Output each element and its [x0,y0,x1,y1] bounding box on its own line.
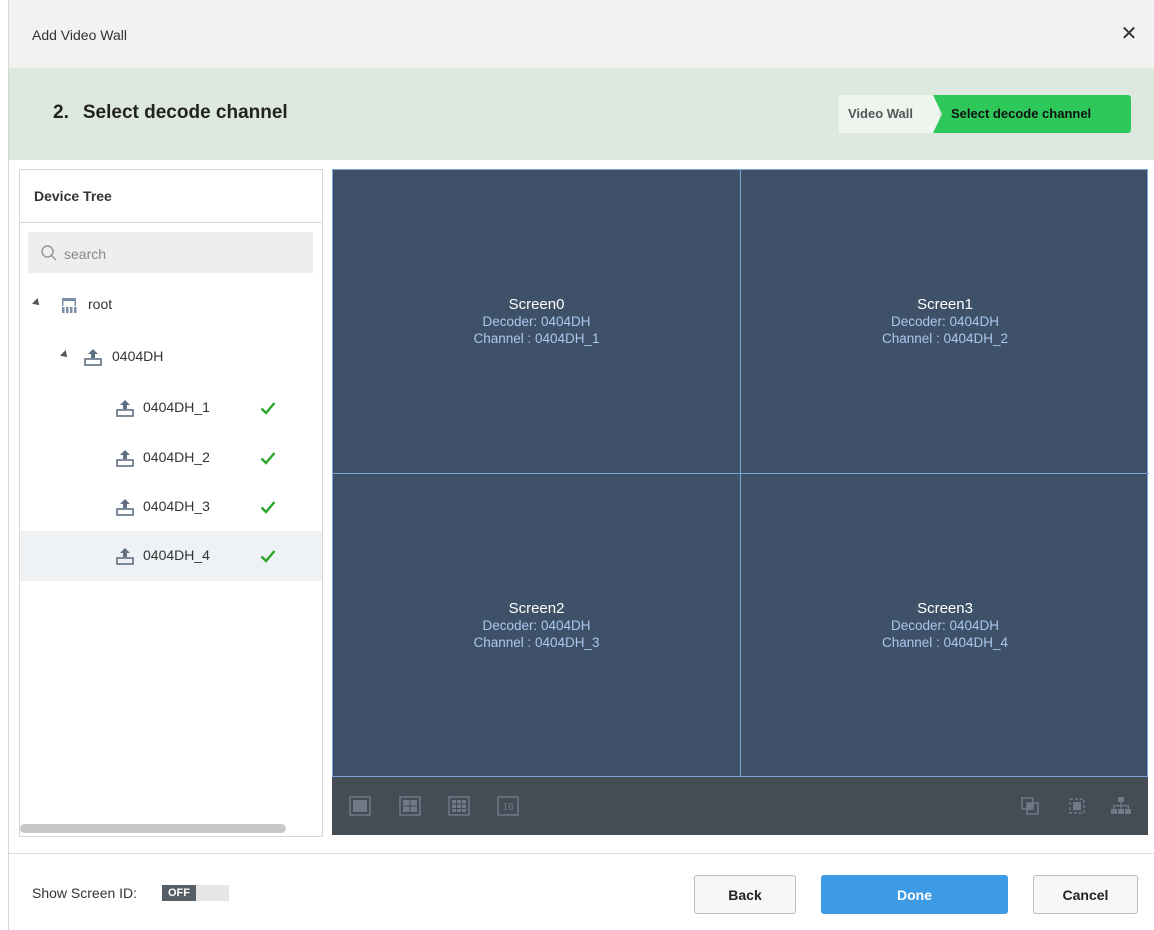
screen-channel: Channel : 0404DH_2 [881,331,1009,346]
tree-node-root[interactable]: root [20,280,322,330]
horizontal-scrollbar[interactable] [20,824,286,833]
screen-info: Screen3 Decoder: 0404DH Channel : 0404DH… [741,600,1149,651]
screen-name: Screen1 [917,296,973,313]
layout-9-icon[interactable] [448,795,470,817]
tree-layout-icon[interactable] [1110,795,1132,817]
check-icon [260,402,276,415]
screen-channel: Channel : 0404DH_3 [473,635,600,650]
merge-screen-icon[interactable] [1019,795,1041,817]
tree-node-label: 0404DH_4 [143,547,210,563]
screen-decoder: Decoder: 0404DH [890,314,1000,329]
check-icon [260,501,276,514]
screen-decoder: Decoder: 0404DH [482,314,591,329]
screen-channel: Channel : 0404DH_4 [881,635,1009,650]
search-input[interactable] [62,232,306,275]
close-icon[interactable]: ✕ [1117,20,1141,48]
cancel-button[interactable]: Cancel [1033,875,1138,914]
tree-node-label: 0404DH_2 [143,449,210,465]
layout-4-icon[interactable] [399,795,421,817]
dialog-titlebar: Add Video Wall ✕ [9,0,1154,68]
organization-icon [62,298,77,313]
tree-node-device[interactable]: 0404DH [20,332,322,382]
screen-2[interactable]: Screen2 Decoder: 0404DH Channel : 0404DH… [333,474,741,778]
breadcrumb-select-decode-channel: Select decode channel [933,95,1131,133]
screen-info: Screen2 Decoder: 0404DH Channel : 0404DH… [333,600,740,651]
search-box [28,232,313,275]
tree-node-channel-3[interactable]: 0404DH_3 [20,482,322,532]
step-title: 2. Select decode channel [53,102,288,124]
footer-divider [9,853,1154,854]
dialog-title: Add Video Wall [32,27,127,43]
layout-1-icon[interactable] [349,795,371,817]
decoder-channel-icon [116,548,134,565]
split-screen-icon[interactable] [1066,795,1088,817]
search-icon [41,245,57,261]
back-button[interactable]: Back [694,875,796,914]
device-tree-panel: Device Tree root [19,169,323,837]
screen-decoder: Decoder: 0404DH [482,618,591,633]
step-header: 2. Select decode channel Video Wall Selec… [9,68,1154,160]
tree-node-channel-2[interactable]: 0404DH_2 [20,433,322,483]
decoder-channel-icon [116,499,134,516]
decoder-channel-icon [116,400,134,417]
check-icon [260,452,276,465]
decoder-icon [84,349,102,366]
layout-16-icon[interactable]: 16 [497,795,519,817]
breadcrumb-video-wall: Video Wall [839,95,939,133]
decoder-channel-icon [116,450,134,467]
tree-node-label: 0404DH_1 [143,399,210,415]
screen-name: Screen0 [508,296,565,313]
collapse-arrow-icon[interactable] [32,298,42,308]
add-video-wall-dialog: Add Video Wall ✕ 2. Select decode channel… [8,0,1154,930]
video-wall-area: Screen0 Decoder: 0404DH Channel : 0404DH… [332,169,1149,835]
tree-node-label: root [88,296,113,312]
show-screen-id-toggle[interactable]: OFF [162,885,229,901]
screen-channel: Channel : 0404DH_1 [473,331,600,346]
tree-node-label: 0404DH [112,348,164,364]
tree-node-label: 0404DH_3 [143,498,210,514]
screen-1[interactable]: Screen1 Decoder: 0404DH Channel : 0404DH… [741,170,1149,474]
screen-0[interactable]: Screen0 Decoder: 0404DH Channel : 0404DH… [333,170,741,474]
tree-node-channel-1[interactable]: 0404DH_1 [20,383,322,433]
show-screen-id-label: Show Screen ID: [32,885,138,901]
screen-decoder: Decoder: 0404DH [890,618,1000,633]
done-button[interactable]: Done [821,875,1008,914]
screen-info: Screen0 Decoder: 0404DH Channel : 0404DH… [333,296,740,347]
toggle-state: OFF [162,885,196,901]
collapse-arrow-icon[interactable] [60,350,70,360]
screen-name: Screen3 [917,600,973,617]
screen-name: Screen2 [508,600,565,617]
layout-16-label: 16 [502,802,514,813]
screen-info: Screen1 Decoder: 0404DH Channel : 0404DH… [741,296,1149,347]
screen-3[interactable]: Screen3 Decoder: 0404DH Channel : 0404DH… [741,474,1149,778]
device-tree-header: Device Tree [20,170,322,223]
wall-toolbar: 16 [332,777,1148,835]
step-title-text: Select decode channel [82,102,288,123]
step-number: 2. [53,102,69,123]
check-icon [260,550,276,563]
screen-grid: Screen0 Decoder: 0404DH Channel : 0404DH… [332,169,1149,778]
tree-node-channel-4[interactable]: 0404DH_4 [20,531,322,581]
